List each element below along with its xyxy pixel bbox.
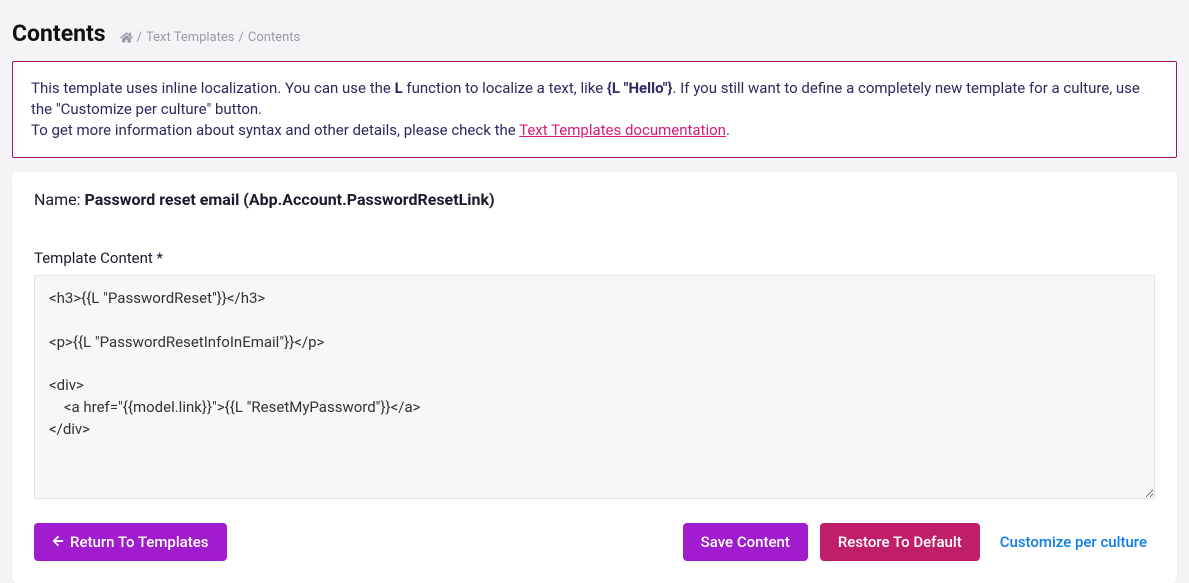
return-button[interactable]: Return To Templates xyxy=(34,523,227,561)
return-button-label: Return To Templates xyxy=(70,533,209,551)
arrow-left-icon xyxy=(52,533,64,551)
actions-row: Return To Templates Save Content Restore… xyxy=(34,523,1155,561)
template-content-input[interactable] xyxy=(34,275,1155,499)
breadcrumb-item: Contents xyxy=(248,30,300,45)
breadcrumb-separator: / xyxy=(137,30,142,45)
alert-text: function to localize a text, like xyxy=(403,79,607,97)
docs-link[interactable]: Text Templates documentation xyxy=(519,121,726,139)
save-button[interactable]: Save Content xyxy=(683,523,808,561)
alert-text: To get more information about syntax and… xyxy=(31,121,519,139)
breadcrumb-item[interactable]: Text Templates xyxy=(146,30,235,45)
breadcrumb-separator: / xyxy=(239,30,244,45)
template-card: Name: Password reset email (Abp.Account.… xyxy=(12,172,1177,583)
alert-bold-example: {L "Hello"} xyxy=(607,79,673,97)
content-label: Template Content * xyxy=(34,249,1155,267)
page-title: Contents xyxy=(12,20,106,47)
customize-button-label: Customize per culture xyxy=(1000,533,1147,551)
name-row: Name: Password reset email (Abp.Account.… xyxy=(34,190,1155,209)
alert-bold-L: L xyxy=(395,79,403,97)
alert-text: . xyxy=(726,121,730,139)
breadcrumb: / Text Templates / Contents xyxy=(120,30,301,45)
name-label: Name: xyxy=(34,190,81,209)
home-icon[interactable] xyxy=(120,30,133,45)
restore-button-label: Restore To Default xyxy=(838,533,962,551)
save-button-label: Save Content xyxy=(701,533,790,551)
restore-button[interactable]: Restore To Default xyxy=(820,523,980,561)
alert-text: This template uses inline localization. … xyxy=(31,79,395,97)
page-header: Contents / Text Templates / Contents xyxy=(0,0,1189,61)
customize-button[interactable]: Customize per culture xyxy=(992,523,1155,561)
name-value: Password reset email (Abp.Account.Passwo… xyxy=(84,190,494,209)
info-alert: This template uses inline localization. … xyxy=(12,61,1177,158)
